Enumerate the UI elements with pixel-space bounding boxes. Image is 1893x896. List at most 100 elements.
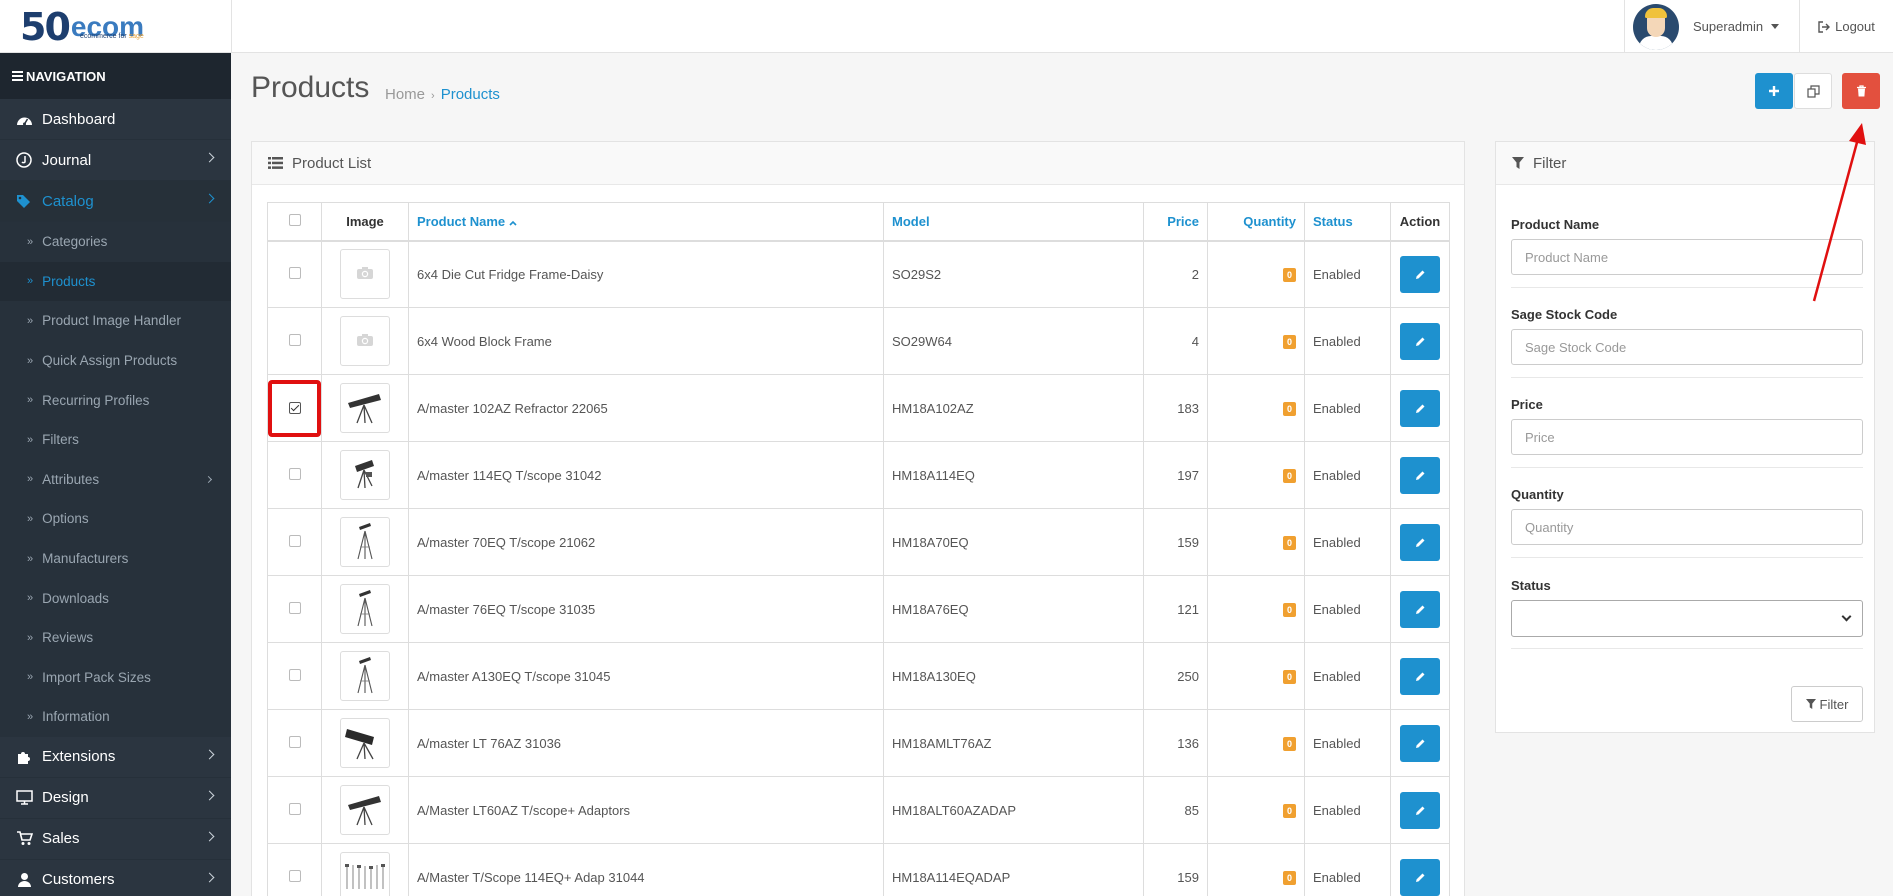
model-cell: SO29W64 [883,307,1144,375]
edit-button[interactable] [1400,858,1440,896]
table-row: A/master 70EQ T/scope 21062 HM18A70EQ 159 0… [267,508,1450,576]
row-image-cell [321,508,409,576]
row-checkbox[interactable] [288,802,301,815]
column-quantity[interactable]: Quantity [1207,202,1305,242]
placeholder-icon [356,266,374,283]
sidebar-item-reviews[interactable]: » Reviews [0,617,231,658]
sidebar-item-import-pack-sizes[interactable]: » Import Pack Sizes [0,657,231,698]
row-checkbox[interactable] [288,735,301,748]
puzzle-icon [15,748,33,766]
annotation-arrow [1812,123,1866,302]
sidebar-item-manufacturers[interactable]: » Manufacturers [0,538,231,579]
breadcrumb-current[interactable]: Products [441,86,500,103]
logout-label: Logout [1835,19,1875,34]
sidebar-item-sales[interactable]: Sales [0,819,231,860]
add-product-button[interactable] [1755,73,1793,109]
action-cell [1390,776,1450,844]
edit-button[interactable] [1400,456,1440,494]
copy-product-button[interactable] [1794,73,1832,109]
quantity-badge: 0 [1282,603,1296,617]
sidebar-item-categories[interactable]: » Categories [0,222,231,262]
edit-button[interactable] [1400,590,1440,628]
logo-number: 50 [20,4,71,49]
filter-button[interactable]: Filter [1791,686,1863,722]
pencil-icon [1415,739,1424,748]
table-row: A/master A130EQ T/scope 31045 HM18A130EQ 2… [267,642,1450,710]
sidebar-item-filters[interactable]: » Filters [0,419,231,460]
product-name-cell: A/master 102AZ Refractor 22065 [408,374,884,442]
pencil-icon [1415,873,1424,882]
logout-button[interactable]: Logout [1799,0,1893,53]
product-table: Image Product Name Model Price Quantity … [267,202,1450,896]
breadcrumb-separator: › [431,90,435,102]
action-cell [1390,240,1450,308]
navigation-title: NAVIGATION [26,68,106,84]
row-checkbox[interactable] [288,266,301,279]
quantity-cell: 0 [1207,240,1305,308]
sign-out-icon [1818,20,1831,33]
telescope-tripod-icon [352,588,378,631]
sidebar-sub-label: Categories [42,234,108,250]
sidebar-item-options[interactable]: » Options [0,499,231,539]
table-row: 6x4 Die Cut Fridge Frame-Daisy SO29S2 2 0 En… [267,240,1450,308]
sidebar-sub-label: Import Pack Sizes [42,669,151,685]
brand-logo[interactable]: 50 ecom ecommerce for sage [0,0,231,53]
sidebar-item-dashboard[interactable]: Dashboard [0,99,231,140]
row-checkbox[interactable] [288,333,301,346]
status-select[interactable] [1511,600,1863,637]
sidebar-item-information[interactable]: » Information [0,697,231,737]
placeholder-icon [356,333,374,350]
edit-button[interactable] [1400,322,1440,360]
price-cell: 4 [1143,307,1208,375]
edit-button[interactable] [1400,657,1440,695]
row-checkbox[interactable] [288,869,301,882]
sidebar-item-extensions[interactable]: Extensions [0,737,231,778]
row-select-cell [267,441,322,509]
quantity-cell: 0 [1207,575,1305,643]
product-thumbnail [340,852,390,896]
top-header: 50 ecom ecommerce for sage Superadmin Lo… [0,0,1893,53]
chevron-down-icon [1841,611,1852,622]
row-checkbox[interactable] [288,668,301,681]
pencil-icon [1415,538,1424,547]
sidebar-item-downloads[interactable]: » Downloads [0,578,231,618]
column-price[interactable]: Price [1143,202,1208,242]
sidebar-item-journal[interactable]: Journal [0,140,231,181]
breadcrumb-home[interactable]: Home [385,86,425,103]
quantity-input[interactable]: Quantity [1511,509,1863,545]
edit-button[interactable] [1400,389,1440,427]
row-checkbox[interactable] [288,534,301,547]
price-cell: 159 [1143,508,1208,576]
user-menu[interactable]: Superadmin [1624,0,1797,53]
table-row: A/master 76EQ T/scope 31035 HM18A76EQ 121 0… [267,575,1450,643]
sidebar-item-attributes[interactable]: » Attributes [0,459,231,500]
row-checkbox[interactable] [288,601,301,614]
sidebar-item-quick-assign-products[interactable]: » Quick Assign Products [0,340,231,381]
row-image-cell [321,776,409,844]
edit-button[interactable] [1400,255,1440,293]
column-status[interactable]: Status [1304,202,1391,242]
column-model[interactable]: Model [883,202,1144,242]
edit-button[interactable] [1400,724,1440,762]
product-name-cell: 6x4 Wood Block Frame [408,307,884,375]
sidebar-item-recurring-profiles[interactable]: » Recurring Profiles [0,380,231,420]
row-select-cell [267,843,322,896]
product-thumbnail [340,785,390,835]
sidebar-item-catalog[interactable]: Catalog [0,181,231,222]
column-product-name[interactable]: Product Name [408,202,884,242]
edit-button[interactable] [1400,523,1440,561]
delete-product-button[interactable] [1842,73,1880,109]
sidebar-item-design[interactable]: Design [0,778,231,819]
row-checkbox[interactable] [288,467,301,480]
row-checkbox[interactable] [288,402,301,414]
model-cell: HM18A114EQADAP [883,843,1144,896]
price-input[interactable]: Price [1511,419,1863,455]
sidebar-item-products[interactable]: » Products [0,261,231,302]
sidebar-item-product-image-handler[interactable]: » Product Image Handler [0,301,231,341]
stock-code-input[interactable]: Sage Stock Code [1511,329,1863,365]
select-all-checkbox[interactable] [288,213,301,226]
navigation-header: NAVIGATION [0,53,231,99]
sidebar-item-customers[interactable]: Customers [0,860,231,896]
product-name-label: Product Name [1511,217,1600,232]
edit-button[interactable] [1400,791,1440,829]
